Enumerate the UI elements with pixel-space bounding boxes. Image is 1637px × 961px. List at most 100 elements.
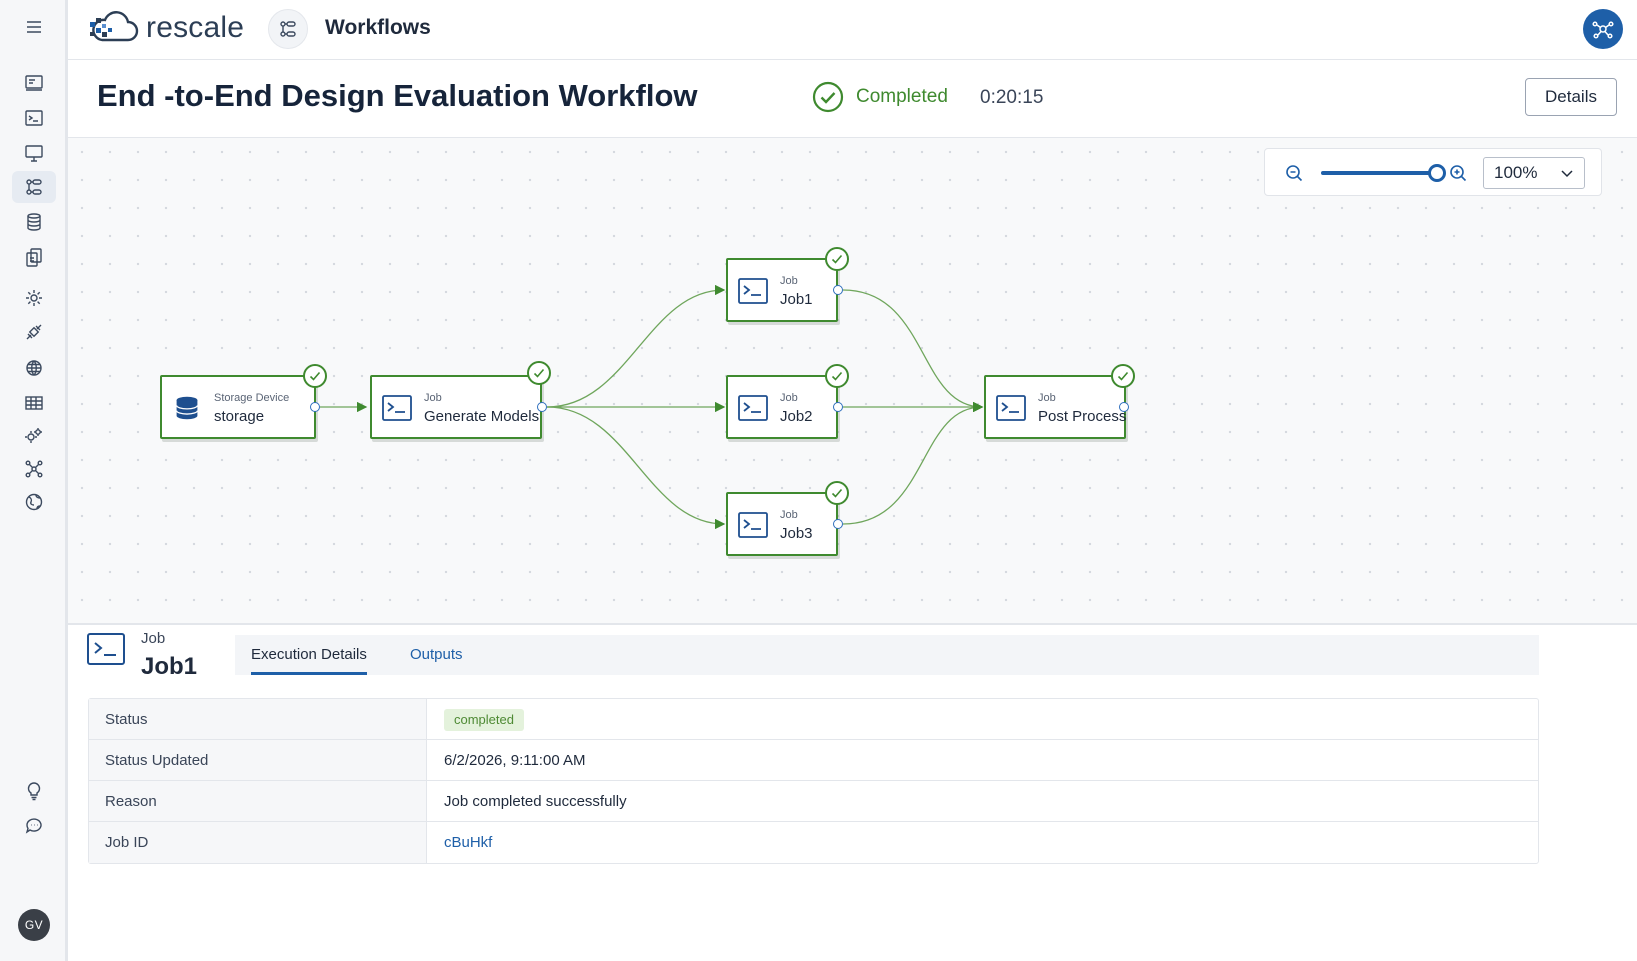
node-type: Job (424, 392, 442, 404)
check-icon (825, 247, 849, 271)
output-port[interactable] (537, 402, 547, 412)
menu-icon[interactable] (12, 11, 56, 43)
output-port[interactable] (1119, 402, 1129, 412)
job-id-link[interactable]: cBuHkf (444, 834, 492, 851)
chat-icon[interactable] (12, 810, 56, 842)
world-icon[interactable] (12, 486, 56, 518)
details-button[interactable]: Details (1525, 78, 1617, 116)
node-type: Job (780, 275, 798, 287)
node-name: Job1 (780, 291, 813, 308)
brand-name: rescale (146, 11, 245, 44)
page-title: End -to-End Design Evaluation Workflow (97, 78, 698, 113)
network-icon[interactable] (12, 453, 56, 485)
check-icon (527, 361, 551, 385)
database-icon[interactable] (12, 206, 56, 238)
workflow-icon[interactable] (12, 171, 56, 203)
workflow-status: Completed (812, 81, 948, 113)
lightbulb-icon[interactable] (12, 774, 56, 806)
table-row: Job ID cBuHkf (89, 822, 1538, 863)
monitor-icon[interactable] (12, 137, 56, 169)
terminal-icon (738, 278, 768, 304)
output-port[interactable] (833, 285, 843, 295)
gears-icon[interactable] (12, 420, 56, 452)
workflow-canvas[interactable]: 100% Storage Device storage Job Generate… (68, 138, 1637, 625)
dashboard-icon[interactable] (12, 67, 56, 99)
terminal-icon (996, 395, 1026, 421)
row-value: completed (427, 699, 1538, 739)
section-title: Workflows (325, 16, 431, 39)
zoom-slider[interactable] (1321, 171, 1441, 175)
node-name: Job3 (780, 525, 813, 542)
terminal-icon (738, 395, 768, 421)
zoom-in-icon[interactable] (1447, 162, 1469, 184)
globe-grid-icon[interactable] (12, 352, 56, 384)
node-job2[interactable]: Job Job2 (726, 375, 838, 439)
terminal-icon (87, 633, 125, 665)
table-row: Status completed (89, 699, 1538, 740)
node-type: Job (1038, 392, 1056, 404)
output-port[interactable] (833, 519, 843, 529)
rescale-logo[interactable]: rescale (88, 10, 244, 46)
terminal-icon[interactable] (12, 102, 56, 134)
table-row: Reason Job completed successfully (89, 781, 1538, 822)
table-icon[interactable] (12, 387, 56, 419)
zoom-level-select[interactable]: 100% (1483, 157, 1585, 189)
avatar-initials: GV (24, 918, 44, 932)
panel-job-type: Job (141, 630, 166, 647)
settings-icon[interactable] (12, 282, 56, 314)
edge-generate-job1 (546, 284, 726, 408)
zoom-level-value: 100% (1494, 163, 1538, 182)
ai-assistant-icon[interactable] (1583, 9, 1623, 49)
output-port[interactable] (310, 402, 320, 412)
edge-generate-job3 (546, 406, 726, 530)
check-circle-icon (812, 81, 844, 113)
check-icon (303, 364, 327, 388)
node-job3[interactable]: Job Job3 (726, 492, 838, 556)
status-text: Completed (856, 86, 948, 107)
node-name: Job2 (780, 408, 813, 425)
check-icon (1111, 364, 1135, 388)
edge-job1-post (842, 289, 984, 413)
terminal-icon (738, 512, 768, 538)
check-icon (825, 481, 849, 505)
workflows-section-icon (268, 9, 308, 49)
documents-icon[interactable] (12, 241, 56, 273)
tab-outputs[interactable]: Outputs (410, 635, 463, 675)
row-label: Status Updated (89, 740, 427, 780)
row-label: Status (89, 699, 427, 739)
zoom-slider-handle[interactable] (1428, 164, 1446, 182)
node-generate-models[interactable]: Job Generate Models (370, 375, 542, 439)
node-storage[interactable]: Storage Device storage (160, 375, 316, 439)
node-type: Storage Device (214, 392, 290, 404)
panel-job-name: Job1 (141, 653, 198, 680)
check-icon (825, 364, 849, 388)
row-label: Reason (89, 781, 427, 821)
node-job1[interactable]: Job Job1 (726, 258, 838, 322)
output-port[interactable] (833, 402, 843, 412)
details-tabs: Execution Details Outputs (235, 635, 1539, 675)
app-root: GV rescale Workflows End -to-End Design … (0, 0, 1637, 961)
node-name: storage (214, 408, 265, 425)
zoom-controls: 100% (1264, 148, 1602, 196)
duration: 0:20:15 (980, 87, 1044, 108)
user-avatar[interactable]: GV (18, 909, 50, 941)
sidebar: GV (0, 0, 68, 961)
chevron-down-icon (1561, 170, 1573, 178)
edge-job3-post (842, 401, 984, 525)
node-type: Job (780, 509, 798, 521)
row-value: 6/2/2026, 9:11:00 AM (444, 752, 586, 769)
node-post-process[interactable]: Job Post Process (984, 375, 1126, 439)
satellite-icon[interactable] (12, 316, 56, 348)
job-details-panel: Job Job1 Execution Details Outputs Statu… (68, 625, 1637, 961)
node-name: Generate Models (424, 408, 540, 425)
table-row: Status Updated 6/2/2026, 9:11:00 AM (89, 740, 1538, 781)
cloud-logo-icon (90, 11, 139, 42)
row-value: cBuHkf (427, 822, 1538, 863)
tab-execution-details[interactable]: Execution Details (251, 635, 367, 675)
zoom-out-icon[interactable] (1283, 162, 1305, 184)
page-header: End -to-End Design Evaluation Workflow C… (68, 60, 1637, 138)
execution-details-table: Status completed Status Updated 6/2/2026… (88, 698, 1539, 864)
status-badge: completed (444, 709, 524, 731)
top-bar: rescale Workflows (68, 0, 1637, 60)
node-name: Post Process (1038, 408, 1127, 425)
